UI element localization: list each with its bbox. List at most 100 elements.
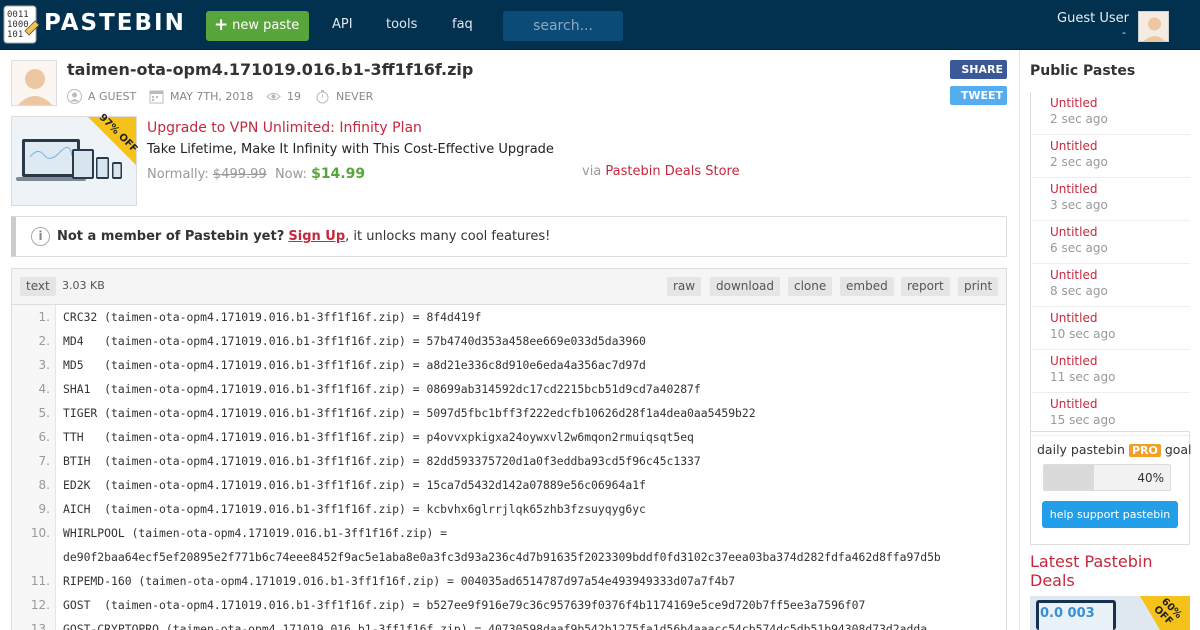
goal-progress-fill bbox=[1044, 465, 1095, 490]
pastebin-logo-icon[interactable]: 0011 1000 101 bbox=[3, 5, 40, 45]
file-size: 3.03 KB bbox=[62, 279, 105, 292]
public-paste-title[interactable]: Untitled bbox=[1050, 268, 1097, 282]
code-line: 4. SHA1 (taimen-ota-opm4.171019.016.b1-3f… bbox=[12, 377, 1006, 401]
facebook-share-button[interactable]: SHARE bbox=[950, 60, 1007, 79]
line-number: 4. bbox=[38, 382, 50, 396]
svg-text:101: 101 bbox=[7, 30, 23, 40]
nav-faq-link[interactable]: faq bbox=[452, 17, 473, 32]
raw-button[interactable]: raw bbox=[667, 277, 702, 296]
public-paste-item[interactable]: Untitled 2 sec ago bbox=[1030, 135, 1190, 178]
avatar[interactable] bbox=[1138, 11, 1169, 42]
code-line: 1. CRC32 (taimen-ota-opm4.171019.016.b1-3… bbox=[12, 305, 1006, 329]
line-code: GOST-CRYPTOPRO (taimen-ota-opm4.171019.0… bbox=[63, 622, 928, 630]
code-line: 5. TIGER (taimen-ota-opm4.171019.016.b1-3… bbox=[12, 401, 1006, 425]
public-paste-item[interactable]: Untitled 11 sec ago bbox=[1030, 350, 1190, 393]
public-paste-age: 11 sec ago bbox=[1050, 370, 1116, 384]
code-area[interactable]: 1. CRC32 (taimen-ota-opm4.171019.016.b1-3… bbox=[11, 304, 1007, 630]
author-name[interactable]: A GUEST bbox=[88, 90, 136, 103]
goal-prefix: daily pastebin bbox=[1037, 442, 1125, 457]
public-paste-item[interactable]: Untitled 6 sec ago bbox=[1030, 221, 1190, 264]
public-paste-title[interactable]: Untitled bbox=[1050, 182, 1097, 196]
line-number: 10. bbox=[30, 526, 50, 540]
author-avatar bbox=[11, 60, 57, 106]
user-sub: - bbox=[1122, 26, 1126, 39]
public-paste-title[interactable]: Untitled bbox=[1050, 96, 1097, 110]
new-paste-label: new paste bbox=[232, 18, 300, 33]
new-paste-button[interactable]: + new paste bbox=[206, 11, 309, 41]
public-paste-item[interactable]: Untitled 10 sec ago bbox=[1030, 307, 1190, 350]
line-number: 11. bbox=[30, 574, 50, 588]
public-paste-title[interactable]: Untitled bbox=[1050, 311, 1097, 325]
ad-via: via Pastebin Deals Store bbox=[582, 164, 740, 179]
public-paste-age: 8 sec ago bbox=[1050, 284, 1108, 298]
user-name[interactable]: Guest User bbox=[1057, 11, 1129, 26]
code-line: de90f2baa64ecf5ef20895e2f771b6c74eee8452… bbox=[12, 545, 1006, 569]
public-paste-item[interactable]: Untitled 8 sec ago bbox=[1030, 264, 1190, 307]
ad-title-link[interactable]: Upgrade to VPN Unlimited: Infinity Plan bbox=[147, 120, 422, 136]
public-paste-item[interactable]: Untitled 15 sec ago bbox=[1030, 393, 1190, 436]
goal-title: daily pastebin PRO goal bbox=[1037, 442, 1192, 457]
logo-text[interactable]: PASTEBIN bbox=[44, 10, 186, 36]
public-paste-age: 2 sec ago bbox=[1050, 155, 1108, 169]
twitter-tweet-button[interactable]: TWEET bbox=[950, 86, 1007, 105]
nav-tools-link[interactable]: tools bbox=[386, 17, 417, 32]
paste-author: A GUEST bbox=[67, 89, 136, 104]
public-paste-age: 15 sec ago bbox=[1050, 413, 1116, 427]
public-paste-item[interactable]: Untitled 2 sec ago bbox=[1030, 92, 1190, 135]
line-code: MD4 (taimen-ota-opm4.171019.016.b1-3ff1f… bbox=[63, 334, 646, 348]
paste-title: taimen-ota-opm4.171019.016.b1-3ff1f16f.z… bbox=[67, 60, 474, 79]
line-code: ED2K (taimen-ota-opm4.171019.016.b1-3ff1… bbox=[63, 478, 646, 492]
embed-button[interactable]: embed bbox=[840, 277, 894, 296]
paste-date: MAY 7TH, 2018 bbox=[149, 89, 253, 104]
line-number: 1. bbox=[38, 310, 50, 324]
print-button[interactable]: print bbox=[958, 277, 999, 296]
expires-text: NEVER bbox=[336, 90, 374, 103]
now-label: Now: bbox=[274, 167, 307, 182]
calendar-icon bbox=[149, 89, 164, 104]
goal-progress-bar: 40% bbox=[1043, 464, 1171, 491]
latest-deals-title[interactable]: Latest Pastebin Deals bbox=[1030, 552, 1195, 590]
line-code: TIGER (taimen-ota-opm4.171019.016.b1-3ff… bbox=[63, 406, 756, 420]
nav-api-link[interactable]: API bbox=[332, 17, 353, 32]
notice-rest: , it unlocks many cool features! bbox=[345, 229, 551, 244]
deal-image-text: 0.0 003 bbox=[1040, 606, 1095, 621]
daily-goal-box: daily pastebin PRO goal 40% help support… bbox=[1030, 431, 1192, 545]
download-button[interactable]: download bbox=[710, 277, 781, 296]
help-support-button[interactable]: help support pastebin bbox=[1042, 501, 1178, 528]
code-line: 13. GOST-CRYPTOPRO (taimen-ota-opm4.17101… bbox=[12, 617, 1006, 630]
public-paste-age: 10 sec ago bbox=[1050, 327, 1116, 341]
public-pastes-title: Public Pastes bbox=[1030, 63, 1136, 79]
line-number: 13. bbox=[30, 622, 50, 630]
line-number: 6. bbox=[38, 430, 50, 444]
line-code: BTIH (taimen-ota-opm4.171019.016.b1-3ff1… bbox=[63, 454, 701, 468]
code-line: 12. GOST (taimen-ota-opm4.171019.016.b1-3… bbox=[12, 593, 1006, 617]
eye-icon bbox=[266, 89, 281, 104]
public-paste-item[interactable]: Untitled 3 sec ago bbox=[1030, 178, 1190, 221]
public-paste-title[interactable]: Untitled bbox=[1050, 397, 1097, 411]
search-input[interactable]: search... bbox=[503, 11, 623, 41]
clone-button[interactable]: clone bbox=[788, 277, 833, 296]
code-line: 11. RIPEMD-160 (taimen-ota-opm4.171019.01… bbox=[12, 569, 1006, 593]
public-paste-title[interactable]: Untitled bbox=[1050, 225, 1097, 239]
public-paste-title[interactable]: Untitled bbox=[1050, 139, 1097, 153]
public-paste-age: 6 sec ago bbox=[1050, 241, 1108, 255]
public-paste-title[interactable]: Untitled bbox=[1050, 354, 1097, 368]
signup-link[interactable]: Sign Up bbox=[288, 229, 345, 244]
normally-label: Normally: bbox=[147, 167, 209, 182]
line-number: 7. bbox=[38, 454, 50, 468]
report-button[interactable]: report bbox=[901, 277, 950, 296]
code-line: 8. ED2K (taimen-ota-opm4.171019.016.b1-3f… bbox=[12, 473, 1006, 497]
plus-icon: + bbox=[214, 15, 229, 35]
views-text: 19 bbox=[287, 90, 301, 103]
line-code: AICH (taimen-ota-opm4.171019.016.b1-3ff1… bbox=[63, 502, 646, 516]
ad-subtitle: Take Lifetime, Make It Infinity with Thi… bbox=[147, 142, 554, 157]
deals-store-link[interactable]: Pastebin Deals Store bbox=[605, 164, 739, 179]
user-icon bbox=[67, 89, 82, 104]
line-number: 8. bbox=[38, 478, 50, 492]
line-number: 3. bbox=[38, 358, 50, 372]
code-line: 3. MD5 (taimen-ota-opm4.171019.016.b1-3ff… bbox=[12, 353, 1006, 377]
syntax-tag[interactable]: text bbox=[20, 277, 56, 296]
top-header: 0011 1000 101 PASTEBIN + new paste API t… bbox=[0, 0, 1200, 50]
ad-price: Normally: $499.99 Now: $14.99 bbox=[147, 166, 365, 182]
line-code: TTH (taimen-ota-opm4.171019.016.b1-3ff1f… bbox=[63, 430, 694, 444]
